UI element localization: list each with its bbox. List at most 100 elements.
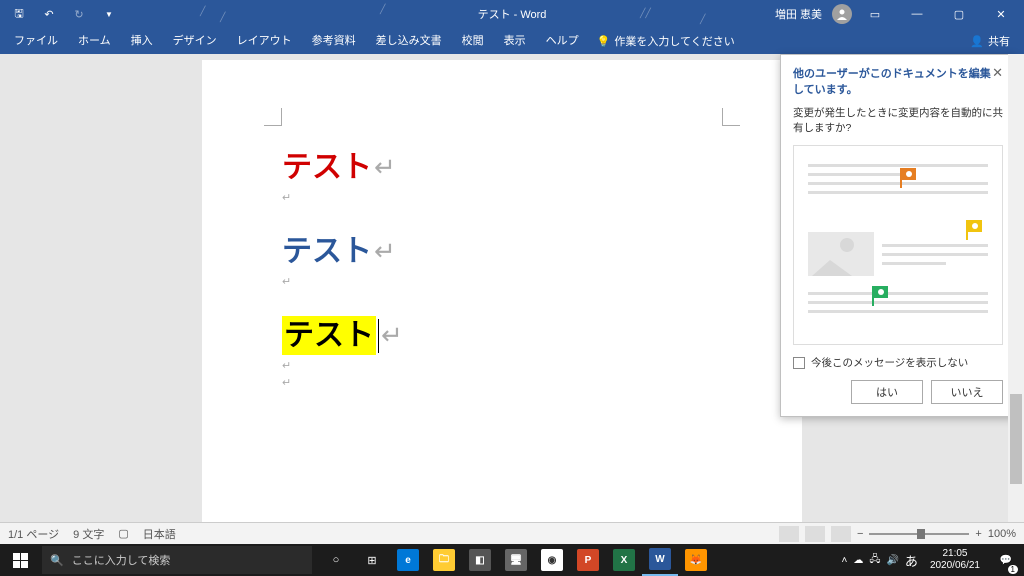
status-bar: 1/1 ページ 9 文字 ▢ 日本語 − + 100% xyxy=(0,522,1024,544)
windows-taskbar: 🔍 ここに入力して検索 ○ ⊞ e 🗀 ◧ 🖥 ◉ P X W 🦊 ˄ ☁ 🖧 … xyxy=(0,544,1024,576)
zoom-out-button[interactable]: − xyxy=(857,528,863,540)
tray-onedrive-icon[interactable]: ☁ xyxy=(853,555,863,566)
user-name-label: 増田 恵美 xyxy=(775,6,822,22)
taskbar-clock[interactable]: 21:05 2020/06/21 xyxy=(924,548,986,572)
popup-illustration xyxy=(793,145,1003,345)
clock-date: 2020/06/21 xyxy=(930,560,980,572)
crop-mark-tr xyxy=(722,108,740,126)
tell-me-search[interactable]: 💡 作業を入力してください xyxy=(597,33,735,49)
ime-indicator[interactable]: あ xyxy=(905,551,918,570)
minimize-button[interactable]: — xyxy=(898,0,936,28)
tab-mailings[interactable]: 差し込み文書 xyxy=(366,28,452,54)
tell-me-placeholder: 作業を入力してください xyxy=(614,33,734,49)
tab-view[interactable]: 表示 xyxy=(494,28,536,54)
word-icon[interactable]: W xyxy=(642,544,678,576)
empty-para-1: ↵ xyxy=(282,191,722,204)
ribbon-display-options-icon[interactable]: ▭ xyxy=(856,0,894,28)
view-web-layout[interactable] xyxy=(831,526,851,542)
edge-icon[interactable]: e xyxy=(390,544,426,576)
doc-text-1: テスト xyxy=(282,148,372,187)
document-page[interactable]: テスト ↵ ↵ テスト ↵ ↵ テスト ↵ ↵ ↵ xyxy=(202,60,802,522)
quick-access-toolbar: 🖫 ↶ ↻ ▼ xyxy=(0,3,120,25)
ribbon-tabs: ファイル ホーム 挿入 デザイン レイアウト 参考資料 差し込み文書 校閲 表示… xyxy=(0,28,1024,54)
empty-para-4: ↵ xyxy=(282,376,722,389)
share-icon: 👤 xyxy=(970,35,984,48)
spellcheck-icon[interactable]: ▢ xyxy=(118,527,128,540)
app-icon-1[interactable]: ◧ xyxy=(462,544,498,576)
save-icon[interactable]: 🖫 xyxy=(8,3,30,25)
tab-home[interactable]: ホーム xyxy=(68,28,121,54)
cortana-icon[interactable]: ○ xyxy=(318,544,354,576)
doc-text-2: テスト xyxy=(282,232,372,271)
language-label[interactable]: 日本語 xyxy=(143,526,176,542)
tab-file[interactable]: ファイル xyxy=(4,28,68,54)
word-count[interactable]: 9 文字 xyxy=(73,526,104,542)
undo-icon[interactable]: ↶ xyxy=(38,3,60,25)
flag-yellow-icon xyxy=(966,220,982,240)
search-placeholder: ここに入力して検索 xyxy=(72,552,171,568)
lightbulb-icon: 💡 xyxy=(597,35,611,48)
popup-body-text: 変更が発生したときに変更内容を自動的に共有しますか? xyxy=(793,105,1003,135)
notification-center-icon[interactable]: 💬1 xyxy=(992,544,1020,576)
excel-icon[interactable]: X xyxy=(606,544,642,576)
search-icon: 🔍 xyxy=(50,554,64,567)
doc-line-3[interactable]: テスト ↵ xyxy=(282,316,722,355)
tray-network-icon[interactable]: 🖧 xyxy=(869,552,880,569)
para-mark-icon: ↵ xyxy=(381,319,403,353)
doc-text-3: テスト xyxy=(282,316,376,355)
redo-icon[interactable]: ↻ xyxy=(68,3,90,25)
doc-line-1[interactable]: テスト ↵ xyxy=(282,148,722,187)
share-label: 共有 xyxy=(988,33,1010,49)
popup-title: 他のユーザーがこのドキュメントを編集しています。 xyxy=(793,65,992,97)
firefox-icon[interactable]: 🦊 xyxy=(678,544,714,576)
empty-para-2: ↵ xyxy=(282,275,722,288)
empty-para-3: ↵ xyxy=(282,359,722,372)
user-avatar[interactable] xyxy=(832,4,852,24)
checkbox-icon xyxy=(793,357,805,369)
task-view-icon[interactable]: ⊞ xyxy=(354,544,390,576)
flag-orange-icon xyxy=(900,168,916,188)
checkbox-label: 今後このメッセージを表示しない xyxy=(811,355,968,370)
zoom-slider[interactable] xyxy=(869,533,969,535)
scroll-thumb[interactable] xyxy=(1010,394,1022,484)
app-icon-2[interactable]: 🖥 xyxy=(498,544,534,576)
tab-references[interactable]: 参考資料 xyxy=(302,28,366,54)
zoom-level[interactable]: 100% xyxy=(988,528,1016,540)
doc-line-2[interactable]: テスト ↵ xyxy=(282,232,722,271)
crop-mark-tl xyxy=(264,108,282,126)
close-button[interactable]: ✕ xyxy=(982,0,1020,28)
para-mark-icon: ↵ xyxy=(374,235,396,269)
title-bar: 🖫 ↶ ↻ ▼ ╱ ╱ ╱ テスト - Word ╱╱ ╱ 増田 恵美 ▭ — … xyxy=(0,0,1024,28)
system-tray: ˄ ☁ 🖧 🔊 あ 21:05 2020/06/21 💬1 xyxy=(841,544,1024,576)
flag-green-icon xyxy=(872,286,888,306)
left-margin xyxy=(0,54,202,522)
tab-insert[interactable]: 挿入 xyxy=(121,28,163,54)
tab-design[interactable]: デザイン xyxy=(163,28,227,54)
explorer-icon[interactable]: 🗀 xyxy=(426,544,462,576)
clock-time: 21:05 xyxy=(930,548,980,560)
chrome-icon[interactable]: ◉ xyxy=(534,544,570,576)
tray-volume-icon[interactable]: 🔊 xyxy=(886,555,898,566)
text-cursor xyxy=(378,319,379,353)
dont-show-again-checkbox[interactable]: 今後このメッセージを表示しない xyxy=(793,355,1003,370)
popup-yes-button[interactable]: はい xyxy=(851,380,923,404)
notif-badge: 1 xyxy=(1008,565,1018,574)
qat-dropdown-icon[interactable]: ▼ xyxy=(98,3,120,25)
vertical-scrollbar[interactable] xyxy=(1008,54,1024,522)
tab-layout[interactable]: レイアウト xyxy=(227,28,302,54)
view-print-layout[interactable] xyxy=(805,526,825,542)
taskbar-search[interactable]: 🔍 ここに入力して検索 xyxy=(42,546,312,574)
view-read-mode[interactable] xyxy=(779,526,799,542)
page-count[interactable]: 1/1 ページ xyxy=(8,526,59,542)
maximize-button[interactable]: ▢ xyxy=(940,0,978,28)
share-button[interactable]: 👤 共有 xyxy=(960,33,1020,49)
tab-review[interactable]: 校閲 xyxy=(452,28,494,54)
zoom-in-button[interactable]: + xyxy=(975,528,981,540)
tray-chevron-up-icon[interactable]: ˄ xyxy=(841,555,847,566)
start-button[interactable] xyxy=(0,544,40,576)
popup-close-button[interactable]: ✕ xyxy=(992,65,1003,81)
powerpoint-icon[interactable]: P xyxy=(570,544,606,576)
tab-help[interactable]: ヘルプ xyxy=(536,28,589,54)
para-mark-icon: ↵ xyxy=(374,151,396,185)
popup-no-button[interactable]: いいえ xyxy=(931,380,1003,404)
